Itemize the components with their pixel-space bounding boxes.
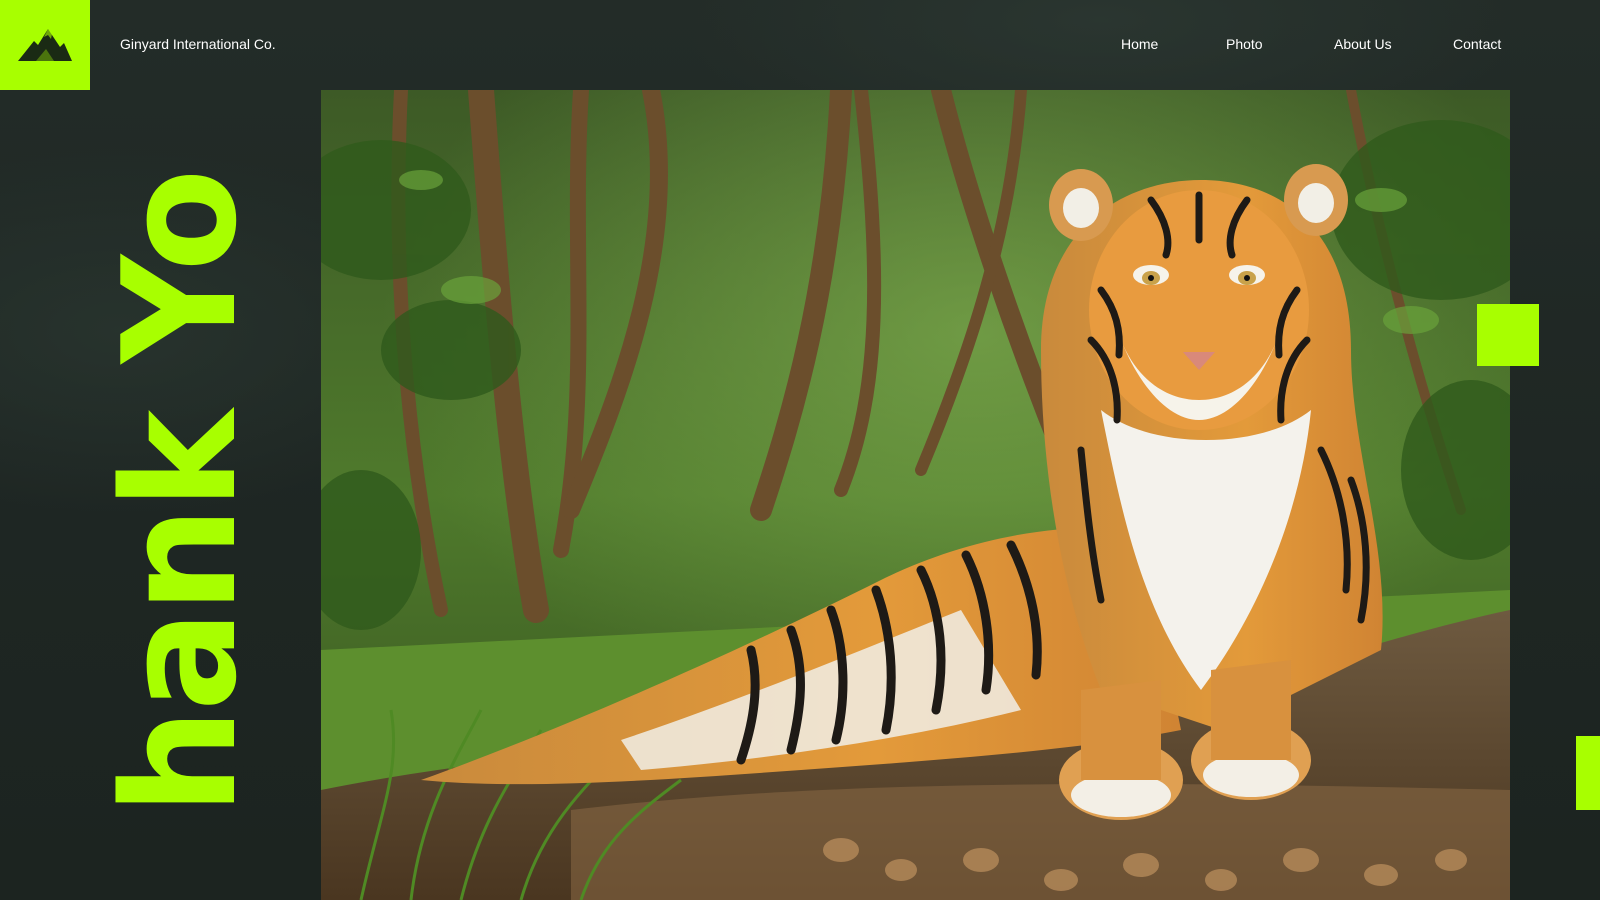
accent-square	[1477, 304, 1539, 366]
accent-bar	[1576, 736, 1600, 810]
nav-home[interactable]: Home	[1121, 36, 1158, 52]
nav-about-us[interactable]: About Us	[1334, 36, 1392, 52]
nav-contact[interactable]: Contact	[1453, 36, 1501, 52]
top-nav: Home Photo About Us Contact	[0, 36, 1600, 56]
nav-photo[interactable]: Photo	[1226, 36, 1263, 52]
thank-you-headline: Thank You	[110, 175, 250, 807]
tiger-photo	[321, 90, 1510, 900]
headline-container: Thank You	[110, 175, 250, 807]
